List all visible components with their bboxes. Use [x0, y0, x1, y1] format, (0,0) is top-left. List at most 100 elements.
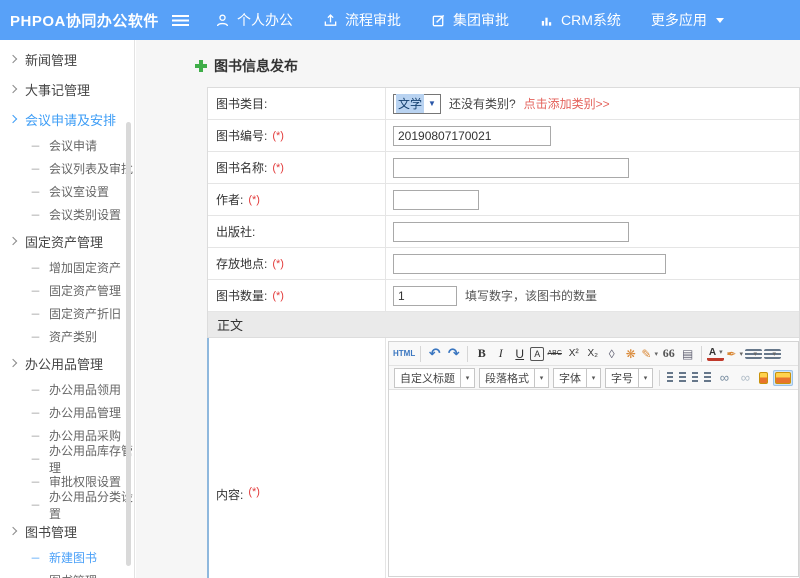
- chevron-right-icon: [9, 115, 17, 123]
- align-center-button[interactable]: [679, 372, 686, 383]
- bold-button[interactable]: B: [473, 344, 490, 363]
- sidebar-item[interactable]: —会议申请: [0, 134, 134, 157]
- topnav-crm-system[interactable]: CRM系统: [539, 10, 621, 30]
- field-value-cell: [386, 184, 799, 215]
- chevron-right-icon: [9, 55, 17, 63]
- italic-button[interactable]: I: [492, 344, 509, 363]
- font-size-select[interactable]: 字号▾: [605, 368, 653, 388]
- sidebar-item[interactable]: —新建图书: [0, 546, 134, 569]
- unlink-button[interactable]: ∞: [737, 368, 754, 387]
- sidebar-item-label: 会议列表及审批: [49, 160, 133, 177]
- topbar: PHPOA协同办公软件 个人办公 流程审批 集团审批 CRM系统: [0, 0, 800, 40]
- caret-down-icon: ▾: [638, 369, 652, 387]
- sidebar-item[interactable]: —办公用品库存管理: [0, 447, 134, 470]
- add-category-link[interactable]: 点击添加类别>>: [524, 95, 610, 112]
- field-value-cell: [386, 120, 799, 151]
- editor-content-area[interactable]: [389, 390, 798, 576]
- field-input[interactable]: [393, 126, 551, 146]
- caret-down-icon: ▾: [654, 350, 658, 358]
- blockquote-button[interactable]: 66: [660, 344, 677, 363]
- image-icon: [775, 372, 791, 384]
- strikethrough-button[interactable]: ABC: [546, 344, 563, 363]
- image-selected-button[interactable]: [773, 370, 793, 386]
- section-header: 正文: [208, 312, 799, 338]
- field-label: 图书数量:(*): [208, 280, 386, 311]
- form-row-category: 图书类目: 文学 ▼ 还没有类别? 点击添加类别>>: [208, 88, 799, 120]
- format-brush-button[interactable]: ❋: [622, 344, 639, 363]
- sidebar-item-label: 固定资产折旧: [49, 305, 121, 322]
- sidebar-item[interactable]: —办公用品管理: [0, 401, 134, 424]
- font-border-button[interactable]: A: [530, 347, 544, 361]
- topnav-personal-office[interactable]: 个人办公: [215, 10, 293, 30]
- underline-button[interactable]: U: [511, 344, 528, 363]
- superscript-button[interactable]: X²: [565, 344, 582, 363]
- sidebar-item[interactable]: —会议列表及审批: [0, 157, 134, 180]
- sidebar-item[interactable]: —固定资产管理: [0, 279, 134, 302]
- topnav-group-approval[interactable]: 集团审批: [431, 10, 509, 30]
- add-plus-icon: [195, 60, 207, 72]
- align-right-button[interactable]: [692, 372, 699, 383]
- sidebar-item[interactable]: —办公用品分类设置: [0, 493, 134, 516]
- dash-icon: —: [32, 285, 40, 297]
- required-mark: (*): [272, 130, 284, 142]
- form-rows: 图书编号:(*)图书名称:(*)作者:(*)出版社:存放地点:(*)图书数量:(…: [208, 120, 799, 312]
- subscript-button[interactable]: X₂: [584, 344, 601, 363]
- chevron-right-icon: [9, 527, 17, 535]
- sidebar-item-label: 会议申请: [49, 137, 97, 154]
- eraser-button[interactable]: ◊: [603, 344, 620, 363]
- highlight-button[interactable]: ✒▾: [726, 344, 743, 363]
- sidebar-group-header[interactable]: 新闻管理: [0, 44, 134, 74]
- required-mark: (*): [272, 258, 284, 270]
- field-input[interactable]: [393, 222, 629, 242]
- sidebar: 新闻管理大事记管理会议申请及安排—会议申请—会议列表及审批—会议室设置—会议类别…: [0, 40, 135, 578]
- sidebar-item[interactable]: —固定资产折旧: [0, 302, 134, 325]
- custom-title-select[interactable]: 自定义标题▾: [394, 368, 475, 388]
- user-icon: [215, 13, 230, 28]
- sidebar-group-header[interactable]: 大事记管理: [0, 74, 134, 104]
- unordered-list-button[interactable]: ▾: [764, 349, 781, 359]
- field-input[interactable]: [393, 190, 479, 210]
- sidebar-item[interactable]: —增加固定资产: [0, 256, 134, 279]
- color-pen-button[interactable]: ✎▾: [641, 344, 658, 363]
- align-left-button[interactable]: [667, 372, 674, 383]
- form-row: 图书数量:(*)填写数字，该图书的数量: [208, 280, 799, 312]
- dash-icon: —: [32, 453, 40, 465]
- link-button[interactable]: ∞: [716, 368, 733, 387]
- sidebar-group-header[interactable]: 会议申请及安排: [0, 104, 134, 134]
- sidebar-item[interactable]: —会议类别设置: [0, 203, 134, 226]
- sidebar-group-label: 大事记管理: [25, 80, 90, 99]
- sidebar-scrollbar[interactable]: [126, 122, 131, 566]
- sidebar-item[interactable]: —资产类别: [0, 325, 134, 348]
- select-arrow-icon: ▼: [424, 99, 440, 108]
- image-button[interactable]: [759, 372, 768, 384]
- field-input[interactable]: [393, 254, 666, 274]
- app-logo: PHPOA协同办公软件: [0, 10, 172, 31]
- sidebar-group-header[interactable]: 办公用品管理: [0, 348, 134, 378]
- undo-button[interactable]: ↶: [426, 344, 443, 363]
- font-color-button[interactable]: A▾: [707, 346, 724, 361]
- field-label: 内容: (*): [208, 338, 386, 578]
- sidebar-group-header[interactable]: 固定资产管理: [0, 226, 134, 256]
- ordered-list-button[interactable]: ▾: [745, 349, 762, 359]
- align-justify-button[interactable]: [704, 372, 711, 383]
- sidebar-item[interactable]: —办公用品领用: [0, 378, 134, 401]
- topnav-process-approval[interactable]: 流程审批: [323, 10, 401, 30]
- field-input[interactable]: [393, 158, 629, 178]
- field-label: 作者:(*): [208, 184, 386, 215]
- topnav-more-apps[interactable]: 更多应用: [651, 10, 724, 30]
- html-source-button[interactable]: HTML: [393, 344, 415, 363]
- paragraph-format-select[interactable]: 段落格式▾: [479, 368, 549, 388]
- sidebar-item[interactable]: —图书管理: [0, 569, 134, 578]
- sidebar-item[interactable]: —会议室设置: [0, 180, 134, 203]
- category-select[interactable]: 文学 ▼: [393, 94, 441, 114]
- redo-button[interactable]: ↷: [445, 344, 462, 363]
- form-row: 作者:(*): [208, 184, 799, 216]
- font-family-select[interactable]: 字体▾: [553, 368, 601, 388]
- sidebar-menu: 新闻管理大事记管理会议申请及安排—会议申请—会议列表及审批—会议室设置—会议类别…: [0, 44, 134, 578]
- field-input[interactable]: [393, 286, 457, 306]
- sidebar-item-label: 会议室设置: [49, 183, 109, 200]
- paragraph-format-select-label: 段落格式: [485, 370, 529, 386]
- menu-toggle-icon[interactable]: [172, 15, 189, 26]
- sidebar-item-label: 新建图书: [49, 549, 97, 566]
- paste-button[interactable]: ▤: [679, 344, 696, 363]
